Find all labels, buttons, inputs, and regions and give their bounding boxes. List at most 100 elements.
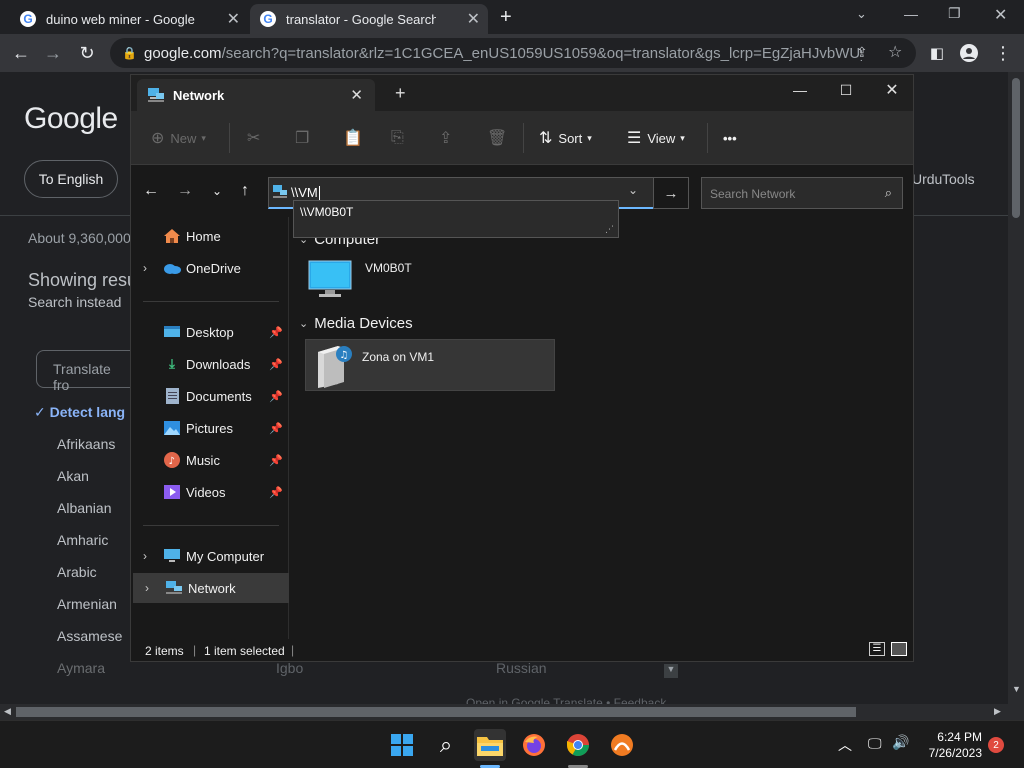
maximize-button[interactable]: ☐ xyxy=(823,77,869,103)
language-option[interactable]: Arabic xyxy=(57,564,97,580)
close-icon[interactable]: ✕ xyxy=(350,86,363,104)
language-option[interactable]: Albanian xyxy=(57,500,112,516)
dropdown-arrow-icon[interactable]: ▼ xyxy=(664,664,678,678)
chevron-down-icon[interactable]: ⌄ xyxy=(628,183,638,197)
pin-icon[interactable]: 📌 xyxy=(269,390,283,403)
firefox-icon[interactable] xyxy=(518,729,550,761)
google-logo[interactable]: Google xyxy=(24,102,118,136)
tools-button[interactable]: Tools xyxy=(942,171,975,187)
scroll-thumb[interactable] xyxy=(16,707,856,717)
browser-tab-duino[interactable]: G duino web miner - Google Search ✕ xyxy=(10,4,248,34)
file-explorer-taskbar-icon[interactable] xyxy=(474,729,506,761)
language-option[interactable]: Igbo xyxy=(276,660,303,676)
app-orange-icon[interactable] xyxy=(606,729,638,761)
language-option[interactable]: Amharic xyxy=(57,532,108,548)
address-autocomplete-dropdown[interactable]: \\VM0B0T ⋰ xyxy=(293,200,619,238)
item-media-zona-on-vm1[interactable]: ♫ Zona on VM1 xyxy=(305,339,555,391)
scroll-thumb[interactable] xyxy=(1012,78,1020,218)
to-english-chip[interactable]: To English xyxy=(24,160,118,198)
search-icon[interactable]: ⌕ xyxy=(430,729,462,761)
nav-item-desktop[interactable]: Desktop 📌 xyxy=(131,317,287,347)
new-tab-button[interactable]: + xyxy=(395,83,406,104)
clock[interactable]: 6:24 PM 7/26/2023 xyxy=(920,729,982,761)
chrome-icon[interactable] xyxy=(562,729,594,761)
side-panel-icon[interactable]: ◧ xyxy=(924,40,950,66)
resize-grip-icon[interactable]: ⋰ xyxy=(605,224,614,235)
back-arrow-icon[interactable]: ← xyxy=(139,179,163,203)
pin-icon[interactable]: 📌 xyxy=(269,422,283,435)
nav-item-music[interactable]: ♪ Music 📌 xyxy=(131,445,287,475)
close-icon[interactable]: ✕ xyxy=(467,9,480,29)
forward-arrow-icon[interactable]: → xyxy=(40,40,66,66)
nav-item-my-computer[interactable]: › My Computer xyxy=(131,541,287,571)
reload-icon[interactable]: ↻ xyxy=(74,40,100,66)
profile-icon[interactable] xyxy=(956,40,982,66)
explorer-tab-network[interactable]: Network ✕ xyxy=(137,79,375,111)
star-icon[interactable]: ☆ xyxy=(888,42,902,62)
back-arrow-icon[interactable]: ← xyxy=(8,40,34,66)
item-computer-vm0b0t[interactable]: VM0B0T xyxy=(307,257,551,305)
more-options-button[interactable]: ••• xyxy=(723,127,737,149)
address-bar[interactable]: 🔒 google.com /search?q=translator&rlz=1C… xyxy=(110,38,916,68)
scroll-left-icon[interactable]: ◀ xyxy=(4,706,11,717)
minimize-button[interactable]: — xyxy=(777,77,823,103)
pin-icon[interactable]: 📌 xyxy=(269,326,283,339)
chevron-right-icon[interactable]: › xyxy=(143,549,147,563)
details-view-icon[interactable]: ☰ xyxy=(869,642,885,656)
language-option[interactable]: Afrikaans xyxy=(57,436,115,452)
volume-icon[interactable]: 🔊 xyxy=(892,734,909,751)
close-window-button[interactable]: ✕ xyxy=(994,5,1007,25)
explorer-search-input[interactable]: Search Network ⌕ xyxy=(701,177,903,209)
view-button[interactable]: ☰ View ▾ xyxy=(627,127,685,149)
paste-icon[interactable]: 📋 xyxy=(343,127,369,149)
urdu-chip[interactable]: Urdu xyxy=(912,171,942,187)
sort-button[interactable]: ⇅ Sort ▾ xyxy=(539,127,592,149)
language-option[interactable]: Armenian xyxy=(57,596,117,612)
up-arrow-icon[interactable]: ↑ xyxy=(233,179,257,203)
go-button[interactable]: → xyxy=(653,177,689,209)
nav-item-onedrive[interactable]: › OneDrive xyxy=(131,253,287,283)
scroll-down-icon[interactable]: ▼ xyxy=(1012,684,1021,694)
chevron-right-icon[interactable]: › xyxy=(145,581,149,595)
copy-icon[interactable]: ❐ xyxy=(295,127,315,149)
pin-icon[interactable]: 📌 xyxy=(269,486,283,499)
group-header-media-devices[interactable]: ⌄ Media Devices xyxy=(299,315,413,332)
share-icon[interactable]: ⇪ xyxy=(439,127,458,149)
tab-search-icon[interactable]: ⌄ xyxy=(856,6,867,22)
language-option[interactable]: Russian xyxy=(496,660,547,676)
search-instead-link[interactable]: Search instead xyxy=(28,294,121,310)
minimize-button[interactable]: — xyxy=(904,6,918,22)
recent-locations-chevron-icon[interactable]: ⌄ xyxy=(205,179,229,203)
nav-item-videos[interactable]: Videos 📌 xyxy=(131,477,287,507)
close-icon[interactable]: ✕ xyxy=(227,9,240,29)
pin-icon[interactable]: 📌 xyxy=(269,358,283,371)
nav-item-pictures[interactable]: Pictures 📌 xyxy=(131,413,287,443)
rename-icon[interactable]: ⎘ xyxy=(391,127,410,149)
chevron-right-icon[interactable]: › xyxy=(143,261,147,275)
browser-tab-translator[interactable]: G translator - Google Search ✕ xyxy=(250,4,488,34)
nav-item-network[interactable]: › Network xyxy=(133,573,289,603)
nav-item-home[interactable]: Home xyxy=(131,221,287,251)
horizontal-scrollbar[interactable]: ◀ ▶ xyxy=(0,704,1024,720)
windows-start-icon[interactable] xyxy=(386,729,418,761)
monitor-tray-icon[interactable]: 🖵 xyxy=(868,735,882,752)
nav-item-downloads[interactable]: ⤓ Downloads 📌 xyxy=(131,349,287,379)
vertical-scrollbar[interactable]: ▼ xyxy=(1008,72,1024,704)
tiles-view-icon[interactable] xyxy=(891,642,907,656)
pin-icon[interactable]: 📌 xyxy=(269,454,283,467)
delete-icon[interactable]: 🗑 xyxy=(487,127,513,149)
restore-button[interactable]: ❐ xyxy=(948,5,961,22)
notification-badge[interactable]: 2 xyxy=(988,737,1004,753)
forward-arrow-icon[interactable]: → xyxy=(173,179,197,203)
detect-language-option[interactable]: ✓ Detect lang xyxy=(34,404,125,421)
chevron-up-icon[interactable]: ︿ xyxy=(838,735,852,755)
autocomplete-option[interactable]: \\VM0B0T xyxy=(300,205,612,219)
cut-icon[interactable]: ✂ xyxy=(247,127,266,149)
new-button[interactable]: ⊕ New ▾ xyxy=(151,127,206,149)
scroll-right-icon[interactable]: ▶ xyxy=(994,706,1001,717)
language-option[interactable]: Aymara xyxy=(57,660,105,676)
new-tab-button[interactable]: + xyxy=(500,6,512,29)
share-icon[interactable]: ⇪ xyxy=(856,44,868,61)
close-window-button[interactable]: ✕ xyxy=(869,77,915,103)
nav-item-documents[interactable]: Documents 📌 xyxy=(131,381,287,411)
